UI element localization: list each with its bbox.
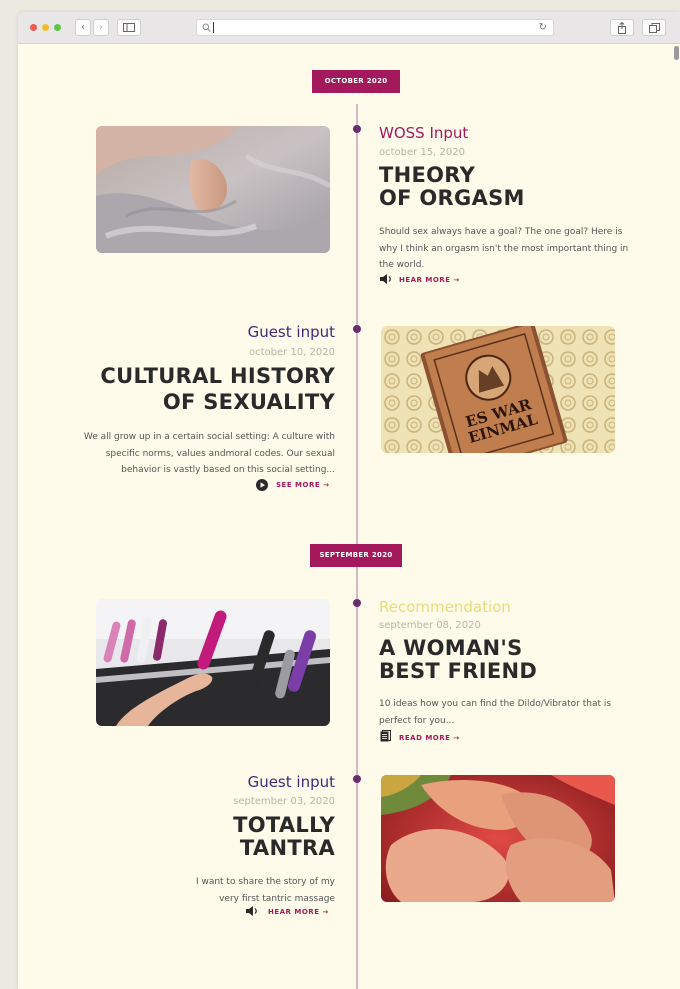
- sidebar-button[interactable]: [117, 19, 141, 36]
- see-more-link[interactable]: SEE MORE →: [276, 481, 329, 489]
- timeline-dot: [353, 125, 361, 133]
- post-title-line: OF ORGASM: [379, 186, 525, 210]
- post-excerpt: 10 ideas how you can find the Dildo/Vibr…: [379, 699, 612, 726]
- post-excerpt: We all grow up in a certain social setti…: [83, 432, 335, 475]
- play-icon: [256, 479, 268, 491]
- scrollbar-thumb[interactable]: [674, 46, 679, 60]
- post-category[interactable]: WOSS Input: [379, 124, 468, 142]
- post-title-line: A WOMAN'S: [379, 636, 523, 660]
- speaker-icon: [380, 274, 391, 284]
- post-thumbnail[interactable]: [96, 126, 330, 253]
- post-category[interactable]: Guest input: [248, 773, 335, 791]
- share-button[interactable]: [610, 19, 634, 36]
- read-more-link[interactable]: READ MORE →: [399, 734, 460, 742]
- post-thumbnail[interactable]: ES WAR EINMAL: [381, 326, 615, 453]
- post-title-line: BEST FRIEND: [379, 659, 538, 683]
- timeline-dot: [353, 599, 361, 607]
- post-title-line: TANTRA: [239, 836, 335, 860]
- post-date: october 10, 2020: [249, 347, 335, 358]
- minimize-window-button[interactable]: [42, 24, 49, 31]
- timeline-dot: [353, 325, 361, 333]
- post-title[interactable]: THEORY OF ORGASM: [379, 164, 525, 210]
- hear-more-link[interactable]: HEAR MORE →: [268, 908, 329, 916]
- post-thumbnail[interactable]: [381, 775, 615, 902]
- post-title-line: OF SEXUALITY: [162, 390, 335, 414]
- reload-icon[interactable]: ↻: [539, 22, 547, 33]
- vibrator-shelf-photo: [96, 599, 330, 726]
- post-category[interactable]: Recommendation: [379, 598, 511, 616]
- search-icon: [202, 23, 211, 32]
- forward-button[interactable]: ›: [93, 19, 109, 36]
- browser-toolbar: ‹ › ↻: [18, 12, 680, 44]
- post-date: september 08, 2020: [379, 620, 481, 631]
- browser-window: ‹ › ↻ OCTOBER 2020 SEPTEMBER 2020 WOSS I…: [18, 12, 680, 989]
- post-title-line: THEORY: [379, 163, 476, 187]
- page-scrollbar[interactable]: [672, 44, 680, 989]
- post-excerpt: I want to share the story of my very fir…: [195, 877, 335, 904]
- month-badge-october: OCTOBER 2020: [312, 70, 400, 93]
- bedsheet-photo: [96, 126, 330, 253]
- forward-icon: ›: [99, 22, 103, 33]
- post-excerpt: Should sex always have a goal? The one g…: [379, 227, 629, 270]
- address-bar[interactable]: ↻: [196, 19, 554, 36]
- timeline-dot: [353, 775, 361, 783]
- post-title[interactable]: CULTURAL HISTORY OF SEXUALITY: [100, 365, 335, 414]
- post-category[interactable]: Guest input: [248, 323, 335, 341]
- post-date: october 15, 2020: [379, 147, 465, 158]
- document-icon: [380, 730, 391, 742]
- post-date: september 03, 2020: [233, 796, 335, 807]
- post-title-line: TOTALLY: [233, 813, 335, 837]
- month-badge-september: SEPTEMBER 2020: [310, 544, 402, 567]
- speaker-icon: [246, 906, 257, 916]
- text-cursor: [213, 22, 214, 33]
- hear-more-link[interactable]: HEAR MORE →: [399, 276, 460, 284]
- tantra-photo: [381, 775, 615, 902]
- maximize-window-button[interactable]: [54, 24, 61, 31]
- sidebar-icon: [123, 23, 135, 32]
- tabs-icon: [648, 23, 660, 33]
- close-window-button[interactable]: [30, 24, 37, 31]
- address-input[interactable]: [215, 21, 515, 34]
- tabs-button[interactable]: [642, 19, 666, 36]
- back-button[interactable]: ‹: [75, 19, 91, 36]
- share-icon: [618, 21, 626, 34]
- book-photo: ES WAR EINMAL: [381, 326, 615, 453]
- post-thumbnail[interactable]: [96, 599, 330, 726]
- back-icon: ‹: [81, 22, 85, 33]
- post-title[interactable]: A WOMAN'S BEST FRIEND: [379, 637, 537, 683]
- post-title-line: CULTURAL HISTORY: [100, 364, 335, 388]
- post-title[interactable]: TOTALLY TANTRA: [233, 814, 335, 860]
